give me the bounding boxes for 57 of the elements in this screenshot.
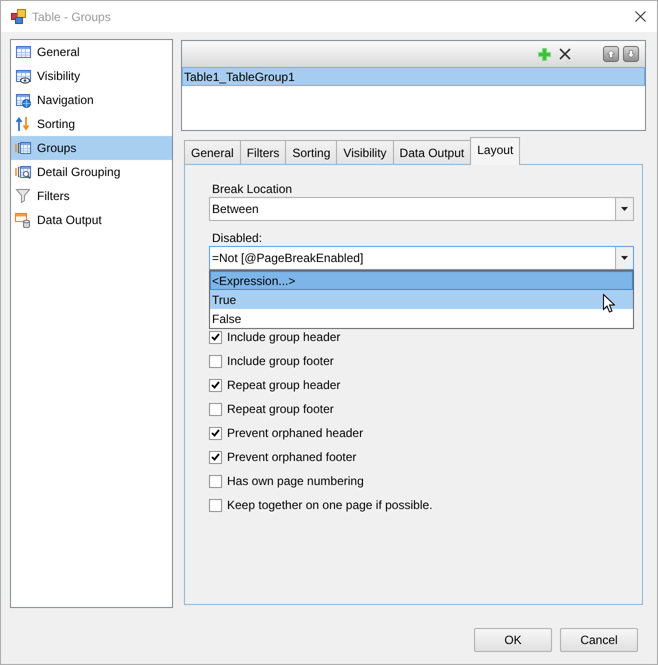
checkmark-icon bbox=[211, 453, 220, 461]
dialog-button[interactable]: Cancel bbox=[560, 628, 638, 652]
table-magnifier-icon bbox=[15, 164, 31, 180]
move-up-button[interactable] bbox=[603, 46, 619, 62]
table-eye-icon bbox=[15, 68, 31, 84]
tab[interactable]: Sorting bbox=[285, 140, 338, 164]
caret-down-icon bbox=[621, 256, 628, 260]
checkbox[interactable] bbox=[209, 426, 222, 440]
checkbox[interactable] bbox=[209, 474, 222, 488]
arrow-down-icon bbox=[627, 50, 635, 58]
checkbox[interactable] bbox=[209, 402, 222, 416]
window-title: Table - Groups bbox=[32, 8, 111, 26]
dropdown-field[interactable]: =Not [@PageBreakEnabled] bbox=[209, 246, 634, 270]
dropdown-arrow-button[interactable] bbox=[615, 198, 633, 220]
sort-arrows-icon bbox=[15, 116, 31, 132]
checkbox-label: Prevent orphaned header bbox=[227, 425, 364, 442]
squares-icon bbox=[11, 9, 26, 24]
caret-down-icon bbox=[621, 207, 628, 211]
tab[interactable]: Layout bbox=[470, 137, 520, 165]
checkbox[interactable] bbox=[209, 354, 222, 368]
dropdown-option[interactable]: <Expression...> bbox=[210, 271, 633, 290]
list-row[interactable]: Table1_TableGroup1 bbox=[182, 67, 645, 86]
dialog-button[interactable]: OK bbox=[474, 628, 552, 652]
tab[interactable]: Visibility bbox=[336, 140, 394, 164]
table-globe-icon bbox=[15, 92, 31, 108]
checkbox[interactable] bbox=[209, 450, 222, 464]
funnel-icon bbox=[15, 188, 31, 204]
checkbox-label: Prevent orphaned footer bbox=[227, 449, 356, 466]
checkbox-label: Include group header bbox=[227, 329, 340, 346]
dropdown-option[interactable]: True bbox=[210, 290, 633, 309]
checkbox[interactable] bbox=[209, 330, 222, 344]
checkbox-label: Has own page numbering bbox=[227, 473, 364, 490]
checkbox[interactable] bbox=[209, 498, 222, 512]
dropdown-field[interactable]: Between bbox=[209, 197, 634, 221]
table-bracket-icon bbox=[15, 140, 31, 156]
sidebar-item[interactable]: Groups bbox=[11, 136, 172, 160]
checkmark-icon bbox=[211, 429, 220, 437]
move-down-button[interactable] bbox=[623, 46, 639, 62]
checkmark-icon bbox=[211, 333, 220, 341]
checkbox-label: Repeat group footer bbox=[227, 401, 334, 418]
close-icon[interactable] bbox=[635, 11, 646, 22]
arrow-up-icon bbox=[607, 50, 615, 58]
dropdown-arrow-button[interactable] bbox=[615, 247, 633, 269]
tab[interactable]: Data Output bbox=[392, 140, 472, 164]
tab[interactable]: Filters bbox=[240, 140, 286, 164]
checkbox-label: Repeat group header bbox=[227, 377, 340, 394]
checkbox-label: Include group footer bbox=[227, 353, 334, 370]
checkbox-label: Keep together on one page if possible. bbox=[227, 497, 432, 514]
document-database-icon bbox=[15, 212, 31, 228]
checkbox[interactable] bbox=[209, 378, 222, 392]
field-label: Break Location bbox=[211, 181, 294, 197]
table-icon bbox=[15, 44, 31, 60]
mouse-pointer-icon bbox=[603, 294, 615, 313]
cross-icon[interactable] bbox=[559, 48, 571, 60]
tab[interactable]: General bbox=[184, 140, 241, 164]
field-label: Disabled: bbox=[211, 230, 264, 246]
checkmark-icon bbox=[211, 381, 220, 389]
